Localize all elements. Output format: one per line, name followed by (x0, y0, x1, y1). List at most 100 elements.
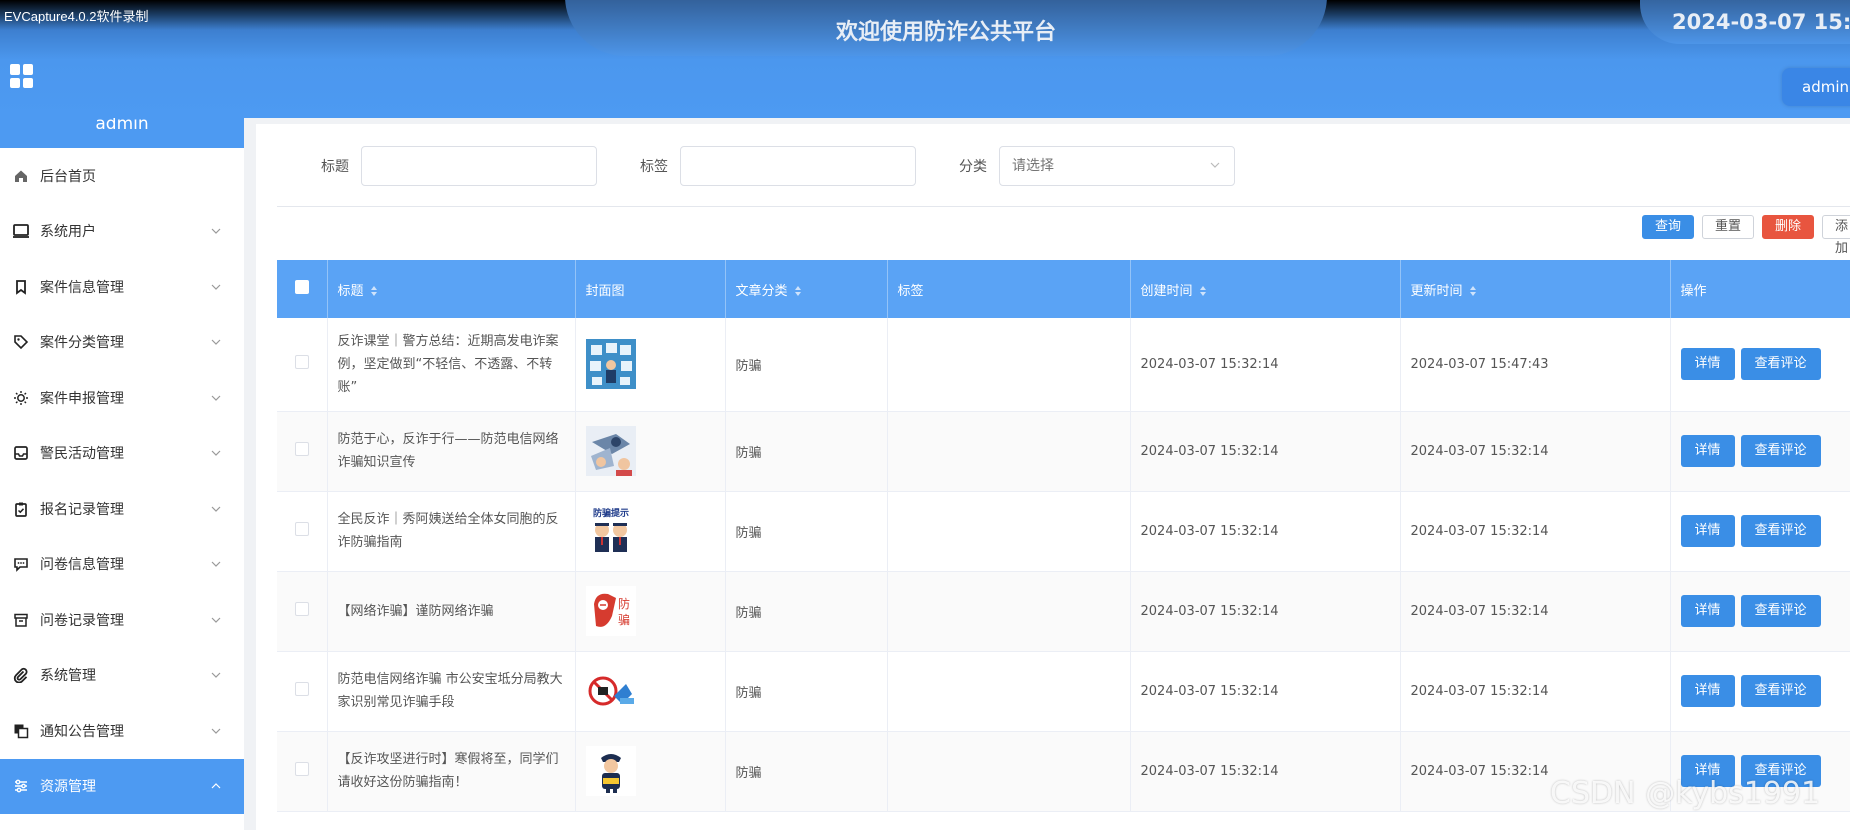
row-checkbox[interactable] (294, 602, 309, 616)
cover-thumbnail[interactable]: 防骗提示 (585, 506, 725, 556)
row-select-cell (277, 571, 328, 652)
cover-thumbnail[interactable]: 防骗 (585, 586, 725, 636)
chevron-down-icon (211, 506, 221, 512)
sidebar-item-3[interactable]: 案件分类管理 (0, 315, 244, 371)
sidebar-user-name: admin (0, 118, 244, 148)
chevron-down-icon (211, 561, 221, 568)
table-row: 反诈课堂｜警方总结：近期高发电诈案例，坚定做到“不轻信、不透露、不转账” 防骗 20… (277, 318, 1850, 412)
cell-cover: 防骗 (575, 571, 726, 652)
sidebar-item-11[interactable]: 资源管理 (0, 758, 244, 814)
sidebar-item-0[interactable]: 后台首页 (0, 148, 244, 204)
chevron-up-icon (211, 783, 221, 789)
col-created[interactable]: 创建时间 (1130, 260, 1401, 318)
col-category[interactable]: 文章分类 (725, 260, 888, 318)
cell-category: 防骗 (725, 731, 888, 812)
cell-tags (887, 651, 1131, 732)
cover-thumbnail[interactable] (585, 666, 725, 716)
detail-button[interactable]: 详情 (1680, 515, 1735, 547)
row-checkbox[interactable] (294, 762, 309, 776)
page-title: 欢迎使用防诈公共平台 (835, 20, 1056, 45)
grid-menu-icon[interactable] (10, 64, 34, 88)
table-row: 防范于心，反诈于行——防范电信网络诈骗知识宣传 防骗 2024-03-07 15:3… (277, 411, 1850, 492)
sliders-icon (12, 777, 30, 795)
row-checkbox[interactable] (294, 442, 309, 456)
select-all-checkbox[interactable] (294, 280, 309, 294)
col-title[interactable]: 标题 (327, 260, 576, 318)
top-header: EVCapture4.0.2软件录制 欢迎使用防诈公共平台 2024-03-07… (0, 0, 1850, 134)
detail-button[interactable]: 详情 (1680, 595, 1735, 627)
chat-icon (12, 555, 30, 573)
filter-divider (277, 206, 1850, 207)
cover-thumbnail[interactable] (585, 426, 725, 476)
sidebar-item-label: 资源管理 (40, 779, 96, 796)
row-select-cell (277, 411, 328, 492)
tag-filter-input[interactable] (680, 146, 916, 186)
cell-created: 2024-03-07 15:32:14 (1130, 411, 1401, 492)
sidebar-item-5[interactable]: 警民活动管理 (0, 426, 244, 482)
cell-ops: 详情 查看评论 (1670, 318, 1850, 412)
cell-ops: 详情 查看评论 (1670, 491, 1850, 572)
category-filter-label: 分类 (959, 159, 987, 175)
cell-created: 2024-03-07 15:32:14 (1130, 491, 1401, 572)
chevron-down-icon (211, 728, 221, 734)
col-ops: 操作 (1670, 260, 1850, 318)
cell-tags (887, 731, 1131, 812)
datetime-display: 2024-03-07 15:53 (1672, 10, 1850, 34)
sidebar-item-8[interactable]: 问卷记录管理 (0, 592, 244, 648)
row-checkbox[interactable] (294, 355, 309, 370)
view-comments-button[interactable]: 查看评论 (1740, 348, 1821, 381)
csdn-watermark: CSDN @kybs1991 (1550, 776, 1821, 811)
chevron-down-icon (1210, 162, 1220, 168)
cover-thumbnail[interactable] (585, 339, 725, 390)
delete-button[interactable]: 删除 (1762, 215, 1815, 239)
sidebar-item-7[interactable]: 问卷信息管理 (0, 537, 244, 593)
cell-updated: 2024-03-07 15:32:14 (1400, 571, 1671, 652)
select-all-cell (277, 260, 328, 318)
detail-button[interactable]: 详情 (1680, 348, 1735, 381)
sidebar-item-10[interactable]: 通知公告管理 (0, 703, 244, 759)
table-header-row: 标题 封面图 文章分类 标签 创建时间 更新时间 操作 (277, 260, 1850, 318)
row-checkbox[interactable] (294, 682, 309, 696)
chevron-down-icon (211, 395, 221, 401)
category-select[interactable] (999, 146, 1235, 186)
sidebar-item-1[interactable]: 系统用户 (0, 204, 244, 260)
sidebar-item-label: 报名记录管理 (40, 501, 124, 518)
user-menu-button[interactable]: admin ⌄ (1782, 68, 1850, 134)
recorder-label: EVCapture4.0.2软件录制 (4, 9, 149, 24)
cell-category: 防骗 (725, 491, 888, 572)
row-select-cell (277, 491, 328, 572)
view-comments-button[interactable]: 查看评论 (1740, 435, 1821, 467)
add-button[interactable]: 添加 (1822, 215, 1850, 256)
view-comments-button[interactable]: 查看评论 (1740, 675, 1821, 707)
cell-created: 2024-03-07 15:32:14 (1130, 651, 1401, 732)
cover-thumbnail[interactable] (585, 746, 725, 796)
chevron-down-icon (211, 228, 221, 235)
svg-text:防骗提示: 防骗提示 (592, 507, 628, 519)
title-filter-label: 标题 (321, 159, 349, 175)
detail-button[interactable]: 详情 (1680, 435, 1735, 467)
sidebar-item-6[interactable]: 报名记录管理 (0, 481, 244, 537)
chevron-down-icon (211, 617, 221, 623)
col-updated[interactable]: 更新时间 (1400, 260, 1671, 318)
row-checkbox[interactable] (294, 522, 309, 536)
paperclip-icon (12, 666, 30, 684)
title-filter-input[interactable] (361, 146, 597, 186)
cell-title: 防范电信网络诈骗 市公安宝坻分局教大家识别常见诈骗手段 (327, 651, 576, 732)
row-select-cell (277, 318, 328, 412)
cell-cover (575, 651, 726, 732)
detail-button[interactable]: 详情 (1680, 675, 1735, 707)
chevron-down-icon (211, 284, 221, 290)
cell-title: 防范于心，反诈于行——防范电信网络诈骗知识宣传 (327, 411, 576, 492)
sidebar-item-2[interactable]: 案件信息管理 (0, 259, 244, 315)
view-comments-button[interactable]: 查看评论 (1740, 515, 1821, 547)
cell-ops: 详情 查看评论 (1670, 651, 1850, 732)
tag-filter-label: 标签 (640, 159, 668, 175)
cell-title: 反诈课堂｜警方总结：近期高发电诈案例，坚定做到“不轻信、不透露、不转账” (327, 318, 576, 412)
sidebar-item-4[interactable]: 案件申报管理 (0, 370, 244, 426)
reset-button[interactable]: 重置 (1702, 215, 1755, 239)
view-comments-button[interactable]: 查看评论 (1740, 595, 1821, 627)
sidebar-item-9[interactable]: 系统管理 (0, 648, 244, 704)
query-button[interactable]: 查询 (1642, 215, 1695, 239)
table-row: 全民反诈｜秀阿姨送给全体女同胞的反诈防骗指南 防骗提示 防骗 2024-03-07 1… (277, 491, 1850, 572)
chevron-down-icon (211, 450, 221, 457)
